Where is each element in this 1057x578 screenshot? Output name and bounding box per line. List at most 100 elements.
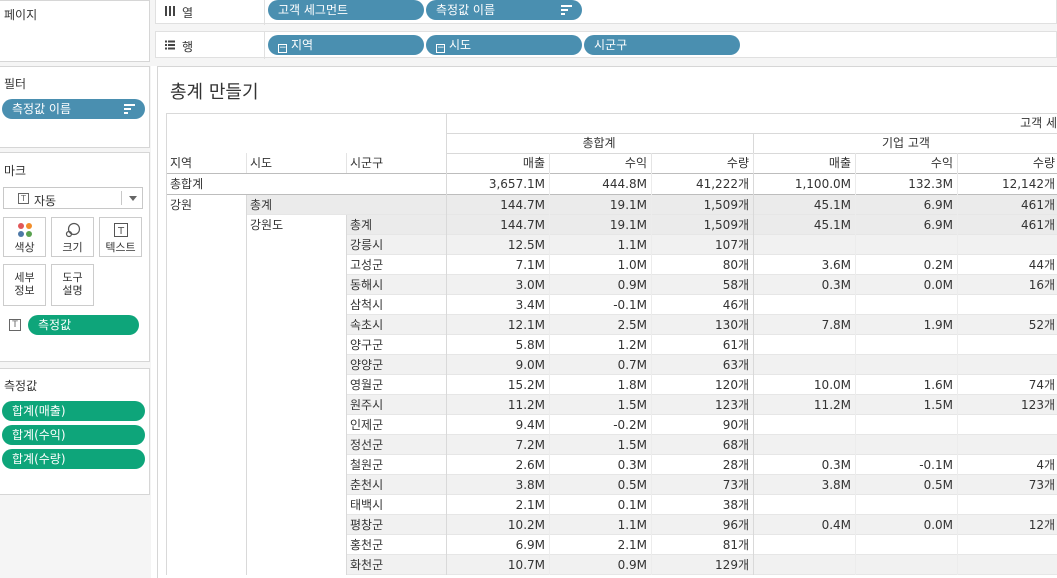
row-pill-sido[interactable]: − 시도 [426,35,582,55]
row-header-sido: 시도 [250,156,273,170]
table-cell-value [753,415,855,435]
table-cell-value [855,415,957,435]
table-cell-value: 0.0M [923,518,953,532]
text-icon: T [113,222,129,238]
measure-header: 수량 [1032,156,1055,170]
measure-values-title: 측정값 [4,379,38,393]
table-cell-value: 45.1M [813,198,851,212]
table-cell-value [855,535,957,555]
column-pill-measure-names[interactable]: 측정값 이름 [426,0,582,20]
grand-total-value: 3,657.1M [488,177,545,191]
table-cell-value: 130개 [715,318,749,332]
column-pill-label: 측정값 이름 [436,3,496,17]
table-cell-value [957,495,1057,515]
size-icon [65,222,81,238]
grid-line [957,173,958,575]
table-cell-value [957,555,1057,575]
table-cell-value: 1.5M [617,398,647,412]
table-cell-value: 5.8M [515,338,545,352]
measure-pill-sales[interactable]: 합계(매출) [2,401,145,421]
table-cell-value [855,355,957,375]
table-cell-value: 0.3M [821,458,851,472]
chevron-down-icon [129,196,137,201]
table-cell-value: 38개 [722,498,749,512]
tableau-worksheet: { "left": { "pages_title": "페이지", "filte… [0,0,1057,578]
measure-pill-profit[interactable]: 합계(수익) [2,425,145,445]
table-cell-value: 6.9M [923,198,953,212]
filters-title: 필터 [4,77,27,91]
column-header-segment-top: 고객 세 [1020,116,1057,130]
sigungu-label: 총계 [350,218,373,232]
table-cell-value: 73개 [1028,478,1055,492]
size-button[interactable]: 크기 [51,217,94,257]
measure-pill-label: 합계(수량) [12,452,66,466]
filter-pill-measure-names[interactable]: 측정값 이름 [2,99,145,119]
table-cell-value: 0.5M [923,478,953,492]
table-cell-value: 3.8M [821,478,851,492]
table-cell-value: 120개 [715,378,749,392]
table-cell-value: 2.1M [617,538,647,552]
tooltip-button[interactable]: 도구 설명 [51,264,94,306]
sigungu-label: 홍천군 [350,538,384,552]
table-cell-value: 90개 [722,418,749,432]
left-panel: 페이지 필터 측정값 이름 마크 T 자동 색상 크기 T 텍스트 세부 정보 … [0,0,151,578]
row-pill-label: 시도 [449,38,472,52]
table-cell-value: 74개 [1028,378,1055,392]
sigungu-label: 정선군 [350,438,384,452]
sigungu-label: 삼척시 [350,298,384,312]
table-cell-value [753,335,855,355]
grid-line [246,153,247,173]
detail-button[interactable]: 세부 정보 [3,264,46,306]
shelf-divider [264,0,265,25]
table-cell-value [753,435,855,455]
table-cell-value [855,335,957,355]
table-cell-value: 1.1M [617,238,647,252]
grand-total-value: 444.8M [602,177,647,191]
tooltip-button-label: 도구 설명 [62,271,83,297]
table-cell-value [855,295,957,315]
sigungu-label: 양양군 [350,358,384,372]
row-pill-sigungu[interactable]: 시군구 [584,35,740,55]
table-cell-value: 3.6M [821,258,851,272]
table-cell-value: 96개 [722,518,749,532]
marks-pill-label: 측정값 [38,318,72,332]
text-button[interactable]: T 텍스트 [99,217,142,257]
segment-header-total: 총합계 [582,136,616,150]
color-button-label: 색상 [14,241,35,254]
columns-shelf-label: 열 [182,6,194,20]
sigungu-label: 영월군 [350,378,384,392]
measure-header: 수익 [930,156,953,170]
table-cell-value: 129개 [715,558,749,572]
table-cell-value: 4개 [1036,458,1055,472]
table-cell-value: 10.2M [507,518,545,532]
collapse-icon: − [436,43,445,53]
table-cell-value: 0.9M [617,558,647,572]
sigungu-label: 양구군 [350,338,384,352]
table-cell-value: 2.1M [515,498,545,512]
worksheet-title[interactable]: 총계 만들기 [170,78,259,104]
table-cell-value: 80개 [722,258,749,272]
table-cell-value: 6.9M [923,218,953,232]
table-cell-value: 0.5M [617,478,647,492]
table-cell-value: 0.1M [617,498,647,512]
table-cell-value: 81개 [722,538,749,552]
pages-card: 페이지 [0,0,150,62]
marks-pill-measure-values[interactable]: 측정값 [28,315,139,335]
table-cell-value: 68개 [722,438,749,452]
sort-descending-icon [124,104,135,114]
sigungu-label: 속초시 [350,318,384,332]
table-cell-value: 123개 [1021,398,1055,412]
measure-pill-quantity[interactable]: 합계(수량) [2,449,145,469]
table-cell-value: 0.0M [923,278,953,292]
table-cell-value [957,435,1057,455]
row-pill-region[interactable]: − 지역 [268,35,424,55]
color-button[interactable]: 색상 [3,217,46,257]
column-pill-customer-segment[interactable]: 고객 세그먼트 [268,0,424,20]
grid-line [753,153,754,173]
table-cell-value: 144.7M [500,218,545,232]
text-mark-icon: T [18,193,29,204]
svg-text:T: T [116,226,124,237]
sido-label: 강원도 [250,218,284,232]
measure-header: 매출 [522,156,545,170]
mark-type-dropdown[interactable]: T 자동 [3,187,143,209]
